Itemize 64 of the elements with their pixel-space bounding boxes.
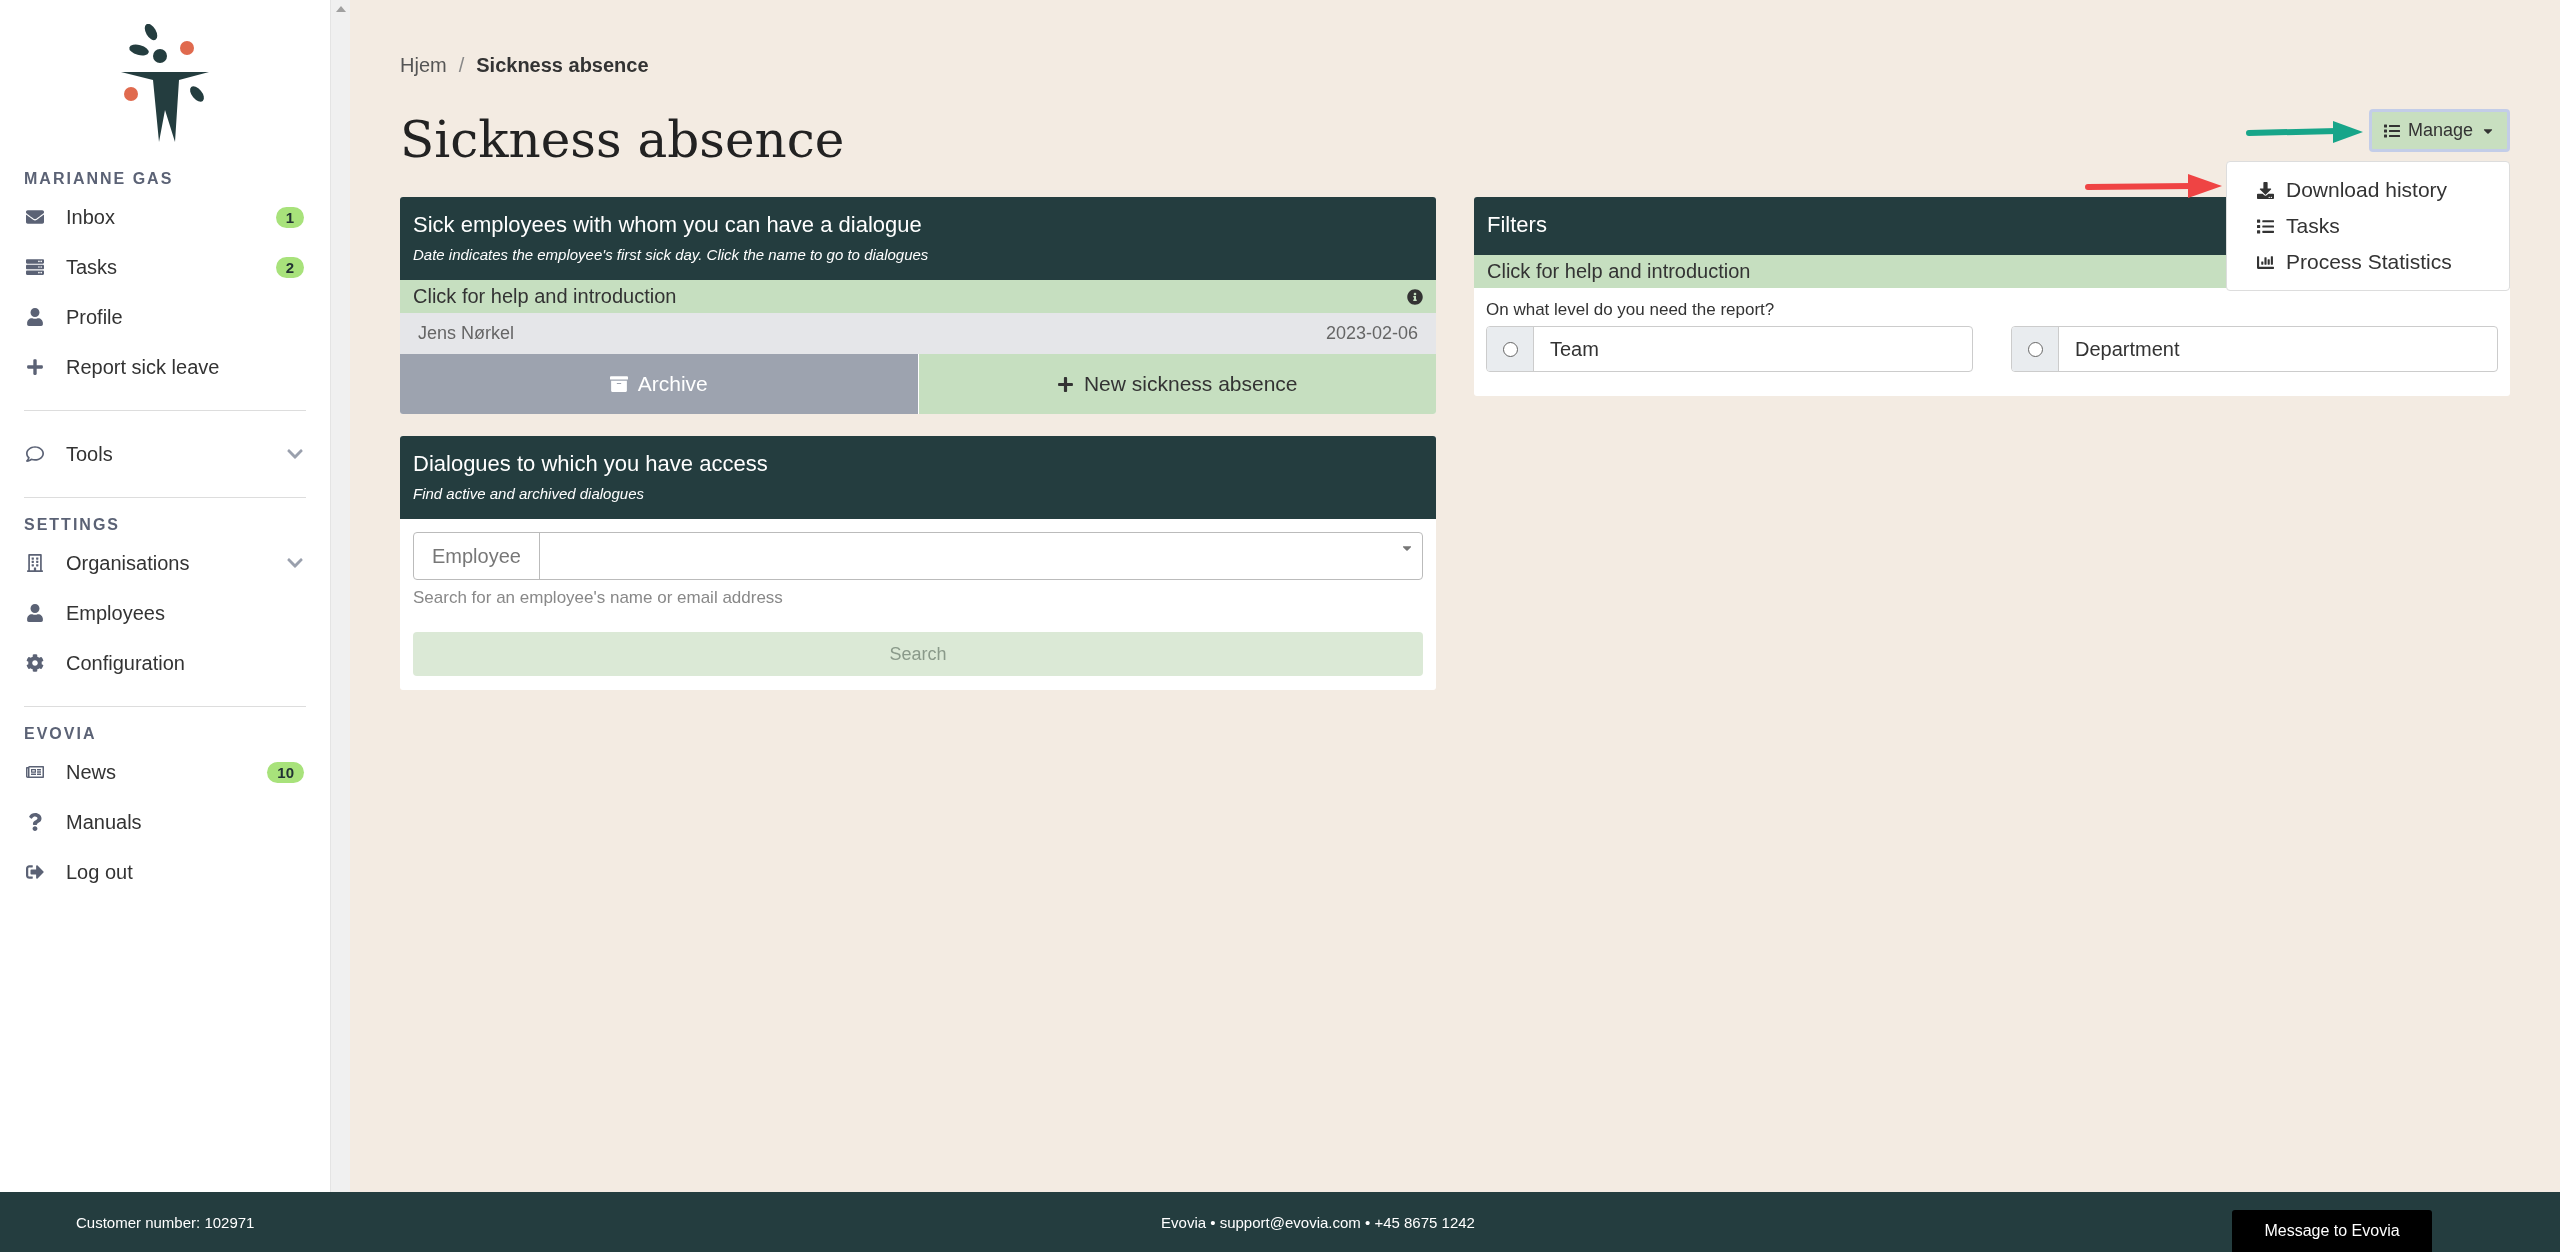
radio-button[interactable] <box>1502 341 1518 357</box>
newspaper-icon <box>26 763 44 781</box>
help-text: Click for help and introduction <box>1487 260 1751 283</box>
panel-title: Sick employees with whom you can have a dialogue <box>413 212 922 238</box>
sidebar-item[interactable]: Configuration <box>0 638 330 688</box>
plus-icon <box>26 358 44 376</box>
section-heading: EVOVIA <box>24 725 98 743</box>
plus-icon <box>1056 375 1074 393</box>
sick-date: 2023-02-06 <box>1325 323 1418 344</box>
user-icon <box>26 604 44 622</box>
customer-number: Customer number: 102971 <box>76 1213 256 1231</box>
bar-chart-icon <box>2257 253 2274 271</box>
count-badge: 2 <box>275 256 304 278</box>
count-badge: 10 <box>267 761 304 783</box>
list-icon <box>2383 122 2400 139</box>
archive-icon <box>609 375 628 393</box>
sidebar-item[interactable]: Report sick leave <box>0 342 330 392</box>
sidebar-item[interactable]: Profile <box>0 292 330 342</box>
download-icon <box>2257 181 2274 199</box>
field-hint: Search for an employee's name or email address <box>413 588 784 608</box>
breadcrumb-link[interactable]: Hjem <box>400 54 447 77</box>
menu-item[interactable]: Download history <box>2227 172 2509 208</box>
sidebar-item[interactable]: Tasks 2 <box>0 242 330 292</box>
contact-info: Evovia • support@evovia.com • +45 8675 1242 <box>1161 1213 1475 1231</box>
manage-button[interactable]: Manage <box>2368 109 2510 152</box>
settings-icon <box>26 654 44 672</box>
logout-icon <box>26 863 44 881</box>
sidebar-item[interactable]: Tools <box>0 429 330 479</box>
breadcrumb-separator: / <box>458 54 465 77</box>
menu-item[interactable]: Tasks <box>2227 208 2509 244</box>
employee-name: Jens Nørkel <box>418 323 515 344</box>
section-heading: MARIANNE GAS <box>24 170 175 188</box>
user-icon <box>26 308 44 326</box>
list-icon <box>26 258 44 276</box>
panel-subtitle: Find active and archived dialogues <box>413 485 644 502</box>
radio-option[interactable]: Department <box>2011 326 2498 372</box>
question-icon <box>26 813 44 831</box>
panel-subtitle: Date indicates the employee's first sick day. Click the name to go to dialogues <box>413 246 929 263</box>
sidebar-item[interactable]: Employees <box>0 588 330 638</box>
panel-title: Filters <box>1487 212 1547 238</box>
help-text: Click for help and introduction <box>413 285 677 308</box>
employee-select[interactable]: Employee <box>413 532 1423 580</box>
breadcrumb-link[interactable]: Sickness absence <box>476 54 649 77</box>
sidebar-item[interactable]: Organisations <box>0 538 330 588</box>
help-bar[interactable]: Click for help and introduction <box>400 280 1436 313</box>
info-icon <box>1407 288 1423 305</box>
speech-bubble-icon <box>26 445 44 463</box>
radio-button[interactable] <box>2027 341 2043 357</box>
sidebar-item[interactable]: Log out <box>0 847 330 897</box>
message-button[interactable]: Message to Evovia <box>2232 1210 2432 1252</box>
sidebar-item[interactable]: News 10 <box>0 747 330 797</box>
question-text: On what level do you need the report? <box>1486 300 1776 320</box>
list-icon <box>2257 217 2274 235</box>
panel-title: Dialogues to which you have access <box>413 451 768 477</box>
sidebar-item[interactable]: Manuals <box>0 797 330 847</box>
mail-icon <box>26 208 44 226</box>
building-icon <box>26 554 44 572</box>
new-sickness-button[interactable]: New sickness absence <box>918 354 1436 414</box>
section-heading: SETTINGS <box>24 516 121 534</box>
page-title: Sickness absence <box>400 111 845 169</box>
count-badge: 1 <box>275 206 304 228</box>
employee-row[interactable]: Jens Nørkel 2023-02-06 <box>400 313 1436 354</box>
sidebar-item[interactable]: Inbox 1 <box>0 192 330 242</box>
radio-option[interactable]: Team <box>1486 326 1973 372</box>
